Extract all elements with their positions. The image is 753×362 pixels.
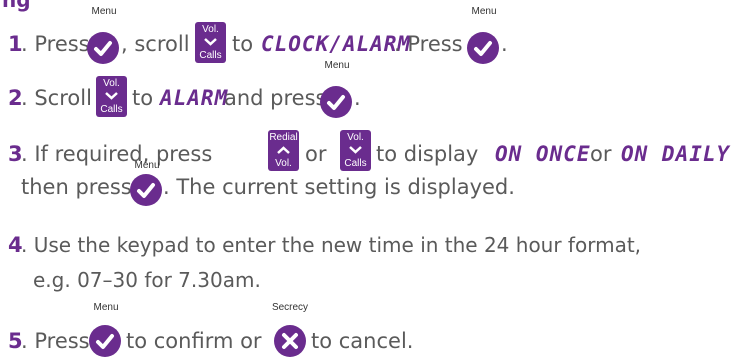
step-2-text-a: . Scroll: [21, 86, 92, 110]
step-3-text-d: or: [590, 142, 612, 166]
step-2-text-d: .: [354, 86, 361, 110]
lcd-alarm: ALARM: [160, 86, 229, 110]
step-1-text-d: . Press: [394, 32, 463, 56]
vol-calls-key: Vol. Calls: [340, 130, 371, 171]
check-icon: [320, 86, 352, 118]
step-5-text-c: to cancel.: [311, 329, 414, 353]
chevron-down-icon: [204, 38, 217, 46]
check-icon: [467, 32, 499, 64]
chevron-down-icon: [105, 92, 118, 100]
check-icon: [89, 325, 121, 357]
step-2-text-b: to: [132, 86, 154, 110]
step-3-line2-a: then press: [21, 175, 132, 199]
step-3-text-c: to display: [376, 142, 479, 166]
menu-key-label: Menu: [91, 6, 117, 17]
redial-vol-key: Redial Vol.: [268, 130, 299, 171]
step-4-line1: . Use the keypad to enter the new time i…: [21, 233, 642, 257]
step-4-line2: e.g. 07–30 for 7.30am.: [33, 268, 261, 292]
step-3-text-b: or: [305, 142, 327, 166]
close-icon: [274, 325, 306, 357]
step-1-text-c: to: [232, 32, 254, 56]
lcd-on-once: ON ONCE: [495, 142, 591, 166]
lcd-on-daily: ON DAILY: [621, 142, 731, 166]
chevron-down-icon: [349, 146, 362, 154]
step-5-text-b: to confirm or: [126, 329, 262, 353]
header-fragment: ng: [2, 0, 31, 12]
step-1-text-a: . Press: [21, 32, 90, 56]
check-icon: [87, 32, 119, 64]
step-3-line2-b: . The current setting is displayed.: [163, 175, 515, 199]
step-2-text-c: and press: [224, 86, 327, 110]
lcd-clock-alarm: CLOCK/ALARM: [261, 32, 412, 56]
check-icon: [130, 174, 162, 206]
step-1-text-e: .: [501, 32, 508, 56]
step-1-text-b: , scroll: [121, 32, 190, 56]
vol-calls-key: Vol. Calls: [195, 22, 226, 63]
chevron-up-icon: [277, 146, 290, 154]
step-3-text-a: . If required, press: [21, 142, 213, 166]
step-5-text-a: . Press: [21, 329, 90, 353]
vol-calls-key: Vol. Calls: [96, 76, 127, 117]
